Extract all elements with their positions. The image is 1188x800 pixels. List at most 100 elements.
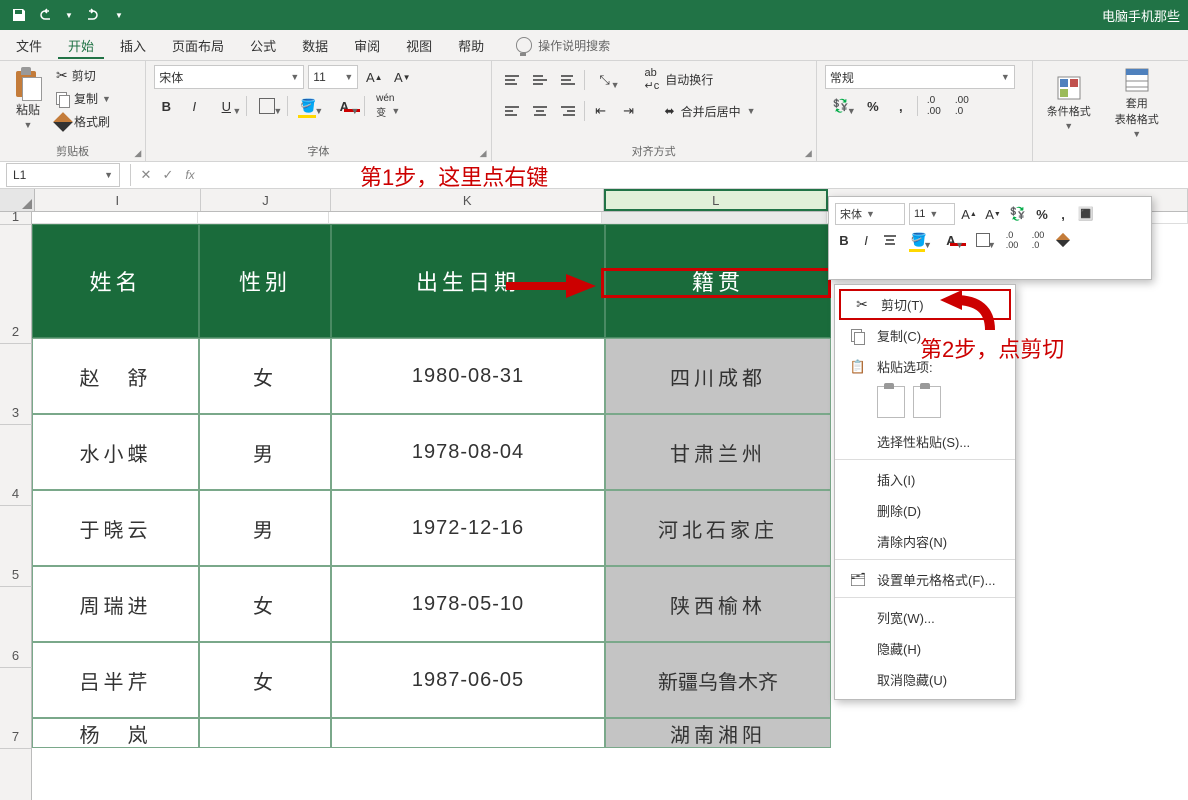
cell[interactable]: 四川成都 xyxy=(605,338,831,414)
context-format-cells[interactable]: 🗂 设置单元格格式(F)... xyxy=(835,564,1015,598)
menu-data[interactable]: 数据 xyxy=(292,32,338,59)
mini-inc-decimal-icon[interactable]: .0.00 xyxy=(1001,229,1023,251)
cell[interactable]: 1980-08-31 xyxy=(331,338,605,414)
align-top-icon[interactable] xyxy=(500,69,524,91)
cell[interactable]: 女 xyxy=(199,566,331,642)
col-header-I[interactable]: I xyxy=(35,189,201,211)
cancel-icon[interactable]: ✕ xyxy=(135,164,157,186)
menu-view[interactable]: 视图 xyxy=(396,32,442,59)
cell[interactable]: 陕西榆林 xyxy=(605,566,831,642)
mini-fill-color-icon[interactable]: 🪣▼ xyxy=(905,229,933,251)
cell[interactable]: 赵 舒 xyxy=(32,338,199,414)
fx-icon[interactable]: fx xyxy=(179,164,201,186)
align-right-icon[interactable] xyxy=(556,100,580,122)
mini-border-icon[interactable]: ▼ xyxy=(969,229,997,251)
header-gender[interactable]: 性别 xyxy=(199,224,331,338)
row-header-6[interactable]: 6 xyxy=(0,587,32,668)
format-painter-button[interactable]: 格式刷 xyxy=(52,111,115,132)
cell[interactable]: 周瑞进 xyxy=(32,566,199,642)
cell[interactable]: 1978-05-10 xyxy=(331,566,605,642)
align-launcher-icon[interactable]: ◢ xyxy=(805,148,812,159)
cell[interactable]: 新疆乌鲁木齐 xyxy=(605,642,831,718)
copy-button[interactable]: 复制▼ xyxy=(52,88,115,109)
mini-align-icon[interactable] xyxy=(879,229,901,251)
align-middle-icon[interactable] xyxy=(528,69,552,91)
cell[interactable]: 杨 岚 xyxy=(32,718,199,748)
align-center-icon[interactable] xyxy=(528,100,552,122)
fill-color-button[interactable]: 🪣▼ xyxy=(292,95,324,117)
menu-home[interactable]: 开始 xyxy=(58,32,104,59)
mini-font-color-icon[interactable]: A▼ xyxy=(937,229,965,251)
cell[interactable]: 甘肃兰州 xyxy=(605,414,831,490)
col-header-J[interactable]: J xyxy=(201,189,332,211)
mini-accounting-icon[interactable]: 💱 xyxy=(1007,203,1029,225)
mini-percent-icon[interactable]: % xyxy=(1033,203,1051,225)
row-header-3[interactable]: 3 xyxy=(0,344,32,425)
decrease-decimal-icon[interactable]: .00.0 xyxy=(950,95,974,117)
header-origin[interactable]: 籍贯 xyxy=(605,224,831,338)
mini-italic-button[interactable]: I xyxy=(857,229,875,251)
row-header-7[interactable]: 7 xyxy=(0,668,32,749)
context-clear[interactable]: 清除内容(N) xyxy=(835,526,1015,560)
clipboard-launcher-icon[interactable]: ◢ xyxy=(134,148,141,159)
font-name-select[interactable]: 宋体▼ xyxy=(154,65,304,89)
cell[interactable]: 男 xyxy=(199,414,331,490)
context-insert[interactable]: 插入(I) xyxy=(835,464,1015,495)
increase-indent-icon[interactable]: ⇥ xyxy=(617,100,641,122)
undo-icon[interactable] xyxy=(36,4,58,26)
col-header-K[interactable]: K xyxy=(331,189,604,211)
cell[interactable]: 1978-08-04 xyxy=(331,414,605,490)
cell[interactable]: 湖南湘阳 xyxy=(605,718,831,748)
mini-increase-font-icon[interactable]: A▲ xyxy=(959,203,979,225)
row-header-5[interactable]: 5 xyxy=(0,506,32,587)
context-unhide[interactable]: 取消隐藏(U) xyxy=(835,664,1015,695)
redo-icon[interactable] xyxy=(80,4,102,26)
cell[interactable]: 1972-12-16 xyxy=(331,490,605,566)
menu-review[interactable]: 审阅 xyxy=(344,32,390,59)
paste-option-1[interactable] xyxy=(877,386,905,418)
paste-option-2[interactable] xyxy=(913,386,941,418)
conditional-format-button[interactable]: 条件格式▼ xyxy=(1041,73,1097,133)
menu-insert[interactable]: 插入 xyxy=(110,32,156,59)
cell[interactable]: 女 xyxy=(199,338,331,414)
font-color-button[interactable]: A▼ xyxy=(328,95,360,117)
cell[interactable]: 河北石家庄 xyxy=(605,490,831,566)
bold-button[interactable]: B xyxy=(154,95,178,117)
accounting-format-button[interactable]: 💱▼ xyxy=(825,95,857,117)
align-bottom-icon[interactable] xyxy=(556,69,580,91)
border-button[interactable]: ▼ xyxy=(251,95,283,117)
context-delete[interactable]: 删除(D) xyxy=(835,495,1015,526)
enter-icon[interactable]: ✓ xyxy=(157,164,179,186)
cut-button[interactable]: ✂剪切 xyxy=(52,65,115,86)
context-paste-special[interactable]: 选择性粘贴(S)... xyxy=(835,426,1015,460)
merge-center-button[interactable]: ⬌ 合并后居中▼ xyxy=(661,101,760,122)
align-left-icon[interactable] xyxy=(500,100,524,122)
qat-customize-icon[interactable]: ▼ xyxy=(108,4,130,26)
menu-help[interactable]: 帮助 xyxy=(448,32,494,59)
increase-decimal-icon[interactable]: .0.00 xyxy=(922,95,946,117)
orientation-button[interactable]: ⤡▼ xyxy=(589,69,621,91)
col-header-L[interactable]: L xyxy=(604,189,828,211)
tell-me[interactable]: 操作说明搜索 xyxy=(516,37,610,54)
undo-dropdown-icon[interactable]: ▼ xyxy=(64,4,74,26)
cell[interactable]: 水小蝶 xyxy=(32,414,199,490)
underline-button[interactable]: U▼ xyxy=(210,95,242,117)
mini-dec-decimal-icon[interactable]: .00.0 xyxy=(1027,229,1049,251)
italic-button[interactable]: I xyxy=(182,95,206,117)
mini-decrease-font-icon[interactable]: A▼ xyxy=(983,203,1003,225)
mini-bold-button[interactable]: B xyxy=(835,229,853,251)
save-icon[interactable] xyxy=(8,4,30,26)
comma-button[interactable]: , xyxy=(889,95,913,117)
context-hide[interactable]: 隐藏(H) xyxy=(835,633,1015,664)
percent-button[interactable]: % xyxy=(861,95,885,117)
increase-font-icon[interactable]: A▲ xyxy=(362,66,386,88)
cell[interactable]: 男 xyxy=(199,490,331,566)
cell[interactable]: 女 xyxy=(199,642,331,718)
phonetic-button[interactable]: wén变▼ xyxy=(369,95,401,117)
menu-file[interactable]: 文件 xyxy=(6,32,52,59)
menu-formula[interactable]: 公式 xyxy=(240,32,286,59)
cell[interactable]: 1987-06-05 xyxy=(331,642,605,718)
number-format-select[interactable]: 常规▼ xyxy=(825,65,1015,89)
select-all-corner[interactable] xyxy=(0,189,35,211)
menu-layout[interactable]: 页面布局 xyxy=(162,32,234,59)
